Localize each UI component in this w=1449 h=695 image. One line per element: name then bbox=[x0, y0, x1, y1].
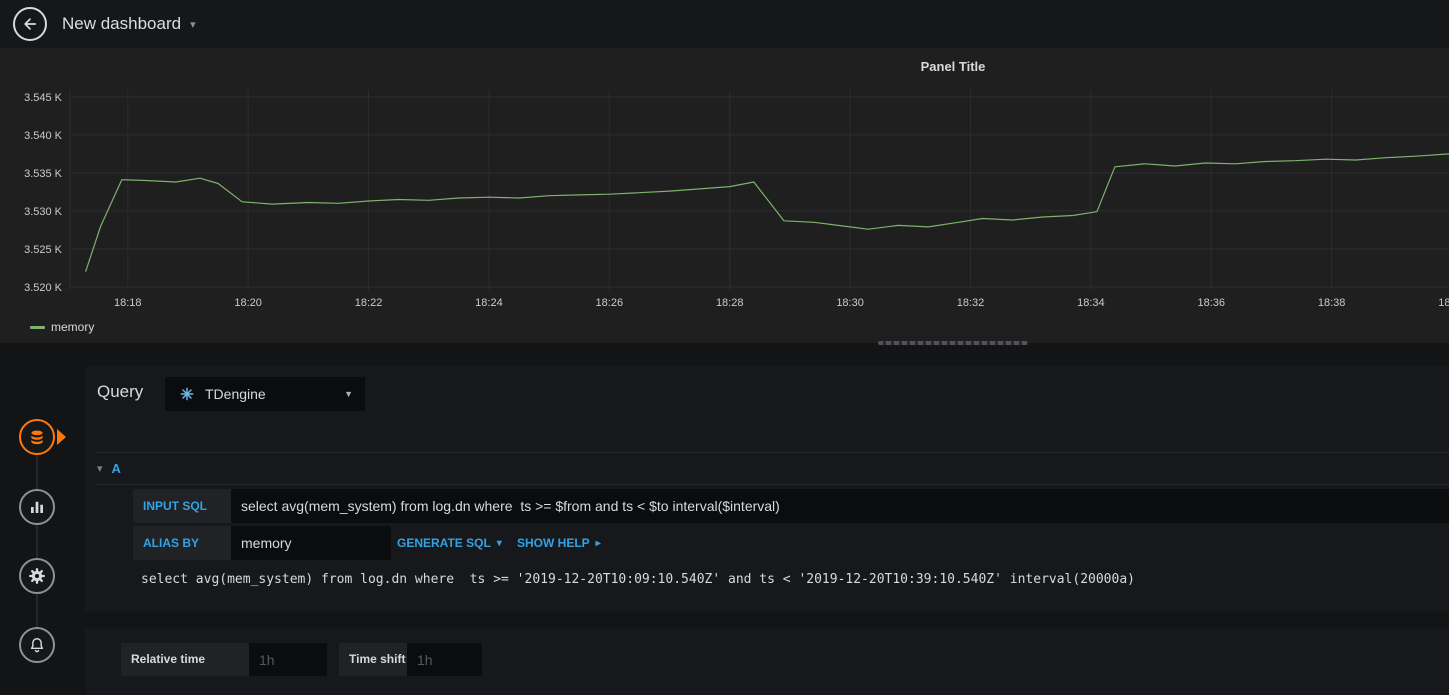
svg-text:3.540 K: 3.540 K bbox=[24, 130, 63, 142]
collapse-caret-icon: ▾ bbox=[97, 463, 103, 475]
show-help-label: SHOW HELP bbox=[517, 536, 590, 550]
back-button[interactable] bbox=[13, 7, 47, 41]
svg-text:18:22: 18:22 bbox=[355, 297, 383, 309]
time-shift-field[interactable] bbox=[407, 643, 482, 676]
svg-text:18:26: 18:26 bbox=[596, 297, 624, 309]
sidebar-connector-line bbox=[36, 437, 38, 645]
relative-time-field[interactable] bbox=[249, 643, 327, 676]
database-icon bbox=[31, 430, 43, 445]
query-ref-header[interactable]: ▾ A bbox=[97, 453, 121, 484]
svg-text:18:20: 18:20 bbox=[234, 297, 262, 309]
svg-text:3.530 K: 3.530 K bbox=[24, 206, 63, 218]
generate-sql-label: GENERATE SQL bbox=[397, 536, 491, 550]
sidebar-item-alert[interactable] bbox=[19, 627, 55, 663]
gear-icon bbox=[29, 568, 45, 584]
panel-chart: 3.545 K 3.540 K 3.535 K 3.530 K 3.525 K 3.520… bbox=[24, 90, 1449, 309]
chevron-down-icon: ▼ bbox=[344, 389, 353, 399]
svg-text:18:36: 18:36 bbox=[1197, 297, 1225, 309]
legend-color-swatch bbox=[30, 325, 45, 329]
legend-series-label[interactable]: memory bbox=[51, 320, 94, 334]
svg-text:3.525 K: 3.525 K bbox=[24, 244, 63, 256]
svg-text:3.535 K: 3.535 K bbox=[24, 168, 63, 180]
panel-title[interactable]: Panel Title bbox=[921, 59, 986, 74]
generated-sql-preview: select avg(mem_system) from log.dn where… bbox=[141, 572, 1135, 587]
svg-text:18:32: 18:32 bbox=[957, 297, 985, 309]
chart-legend: memory bbox=[30, 320, 94, 334]
svg-text:18:18: 18:18 bbox=[114, 297, 142, 309]
sidebar-item-queries[interactable] bbox=[19, 419, 55, 455]
input-sql-row: INPUT SQL bbox=[133, 489, 1449, 523]
svg-text:18:40: 18:40 bbox=[1438, 297, 1449, 309]
generate-sql-button[interactable]: GENERATE SQL ▾ bbox=[397, 526, 502, 560]
input-sql-field[interactable] bbox=[231, 489, 1449, 523]
divider bbox=[97, 484, 1449, 485]
datasource-name: TDengine bbox=[205, 386, 266, 402]
bell-icon bbox=[30, 638, 44, 653]
relative-time-label: Relative time bbox=[121, 643, 249, 676]
svg-text:18:38: 18:38 bbox=[1318, 297, 1346, 309]
query-section-title: Query bbox=[97, 382, 144, 401]
caret-down-icon: ▾ bbox=[496, 537, 502, 549]
query-ref-id: A bbox=[111, 461, 121, 476]
grafana-panel-edit-screen: New dashboard ▾ Panel Title 3.545 K 3.540… bbox=[0, 0, 1449, 695]
divider bbox=[97, 452, 1449, 453]
dashboard-title-dropdown[interactable]: New dashboard ▾ bbox=[62, 0, 196, 48]
alias-by-label: ALIAS BY bbox=[133, 526, 231, 560]
sidebar-item-general[interactable] bbox=[19, 558, 55, 594]
active-tab-arrow-icon bbox=[57, 429, 66, 445]
time-options-card: Relative time Time shift bbox=[85, 628, 1449, 695]
graph-panel: Panel Title 3.545 K 3.540 K 3.535 K 3.530 K… bbox=[0, 48, 1449, 343]
alias-by-row: ALIAS BY GENERATE SQL ▾ SHOW HELP ▸ bbox=[133, 526, 1449, 560]
query-editor-card: Query TDengine ▼ ▾ A INPUT SQL ALIAS BY … bbox=[85, 366, 1449, 612]
input-sql-label: INPUT SQL bbox=[133, 489, 231, 523]
chevron-down-icon: ▾ bbox=[190, 18, 196, 31]
alias-by-field[interactable] bbox=[231, 526, 391, 560]
svg-text:18:28: 18:28 bbox=[716, 297, 744, 309]
caret-right-icon: ▸ bbox=[595, 537, 601, 549]
svg-text:3.520 K: 3.520 K bbox=[24, 282, 63, 294]
sidebar-item-visualization[interactable] bbox=[19, 489, 55, 525]
svg-text:3.545 K: 3.545 K bbox=[24, 92, 63, 104]
tdengine-logo-icon bbox=[180, 387, 194, 401]
svg-text:18:24: 18:24 bbox=[475, 297, 503, 309]
svg-text:18:34: 18:34 bbox=[1077, 297, 1105, 309]
svg-text:18:30: 18:30 bbox=[836, 297, 864, 309]
time-shift-label: Time shift bbox=[339, 643, 407, 676]
dashboard-title: New dashboard bbox=[62, 14, 182, 33]
datasource-select[interactable]: TDengine ▼ bbox=[165, 377, 365, 411]
topbar: New dashboard ▾ bbox=[0, 0, 1449, 48]
arrow-left-icon bbox=[24, 18, 37, 30]
show-help-button[interactable]: SHOW HELP ▸ bbox=[517, 526, 601, 560]
bar-chart-icon bbox=[31, 501, 43, 513]
